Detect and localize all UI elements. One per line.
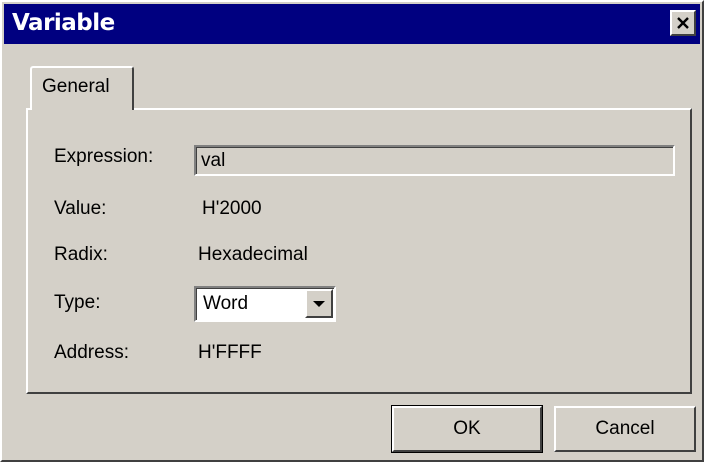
title-bar[interactable]: Variable — [4, 4, 700, 44]
tab-general[interactable]: General — [30, 66, 134, 110]
expression-label: Expression: — [54, 146, 154, 167]
expression-field[interactable]: val — [194, 145, 675, 176]
expression-value: val — [196, 147, 673, 174]
address-readout: H'FFFF — [198, 342, 262, 363]
type-label: Type: — [54, 292, 101, 313]
type-select[interactable]: Word — [194, 286, 336, 322]
radix-label: Radix: — [54, 244, 108, 265]
address-label: Address: — [54, 342, 129, 363]
tab-general-label: General — [42, 76, 110, 97]
type-select-value: Word — [203, 293, 249, 314]
chevron-down-icon — [313, 300, 325, 307]
ok-button[interactable]: OK — [391, 405, 543, 453]
type-dropdown-button[interactable] — [305, 289, 333, 318]
window-title: Variable — [12, 10, 115, 36]
close-button[interactable] — [670, 10, 696, 36]
value-readout: H'2000 — [202, 198, 262, 219]
cancel-button[interactable]: Cancel — [554, 406, 696, 452]
radix-readout: Hexadecimal — [198, 244, 308, 265]
close-icon — [677, 17, 689, 29]
value-label: Value: — [54, 198, 107, 219]
